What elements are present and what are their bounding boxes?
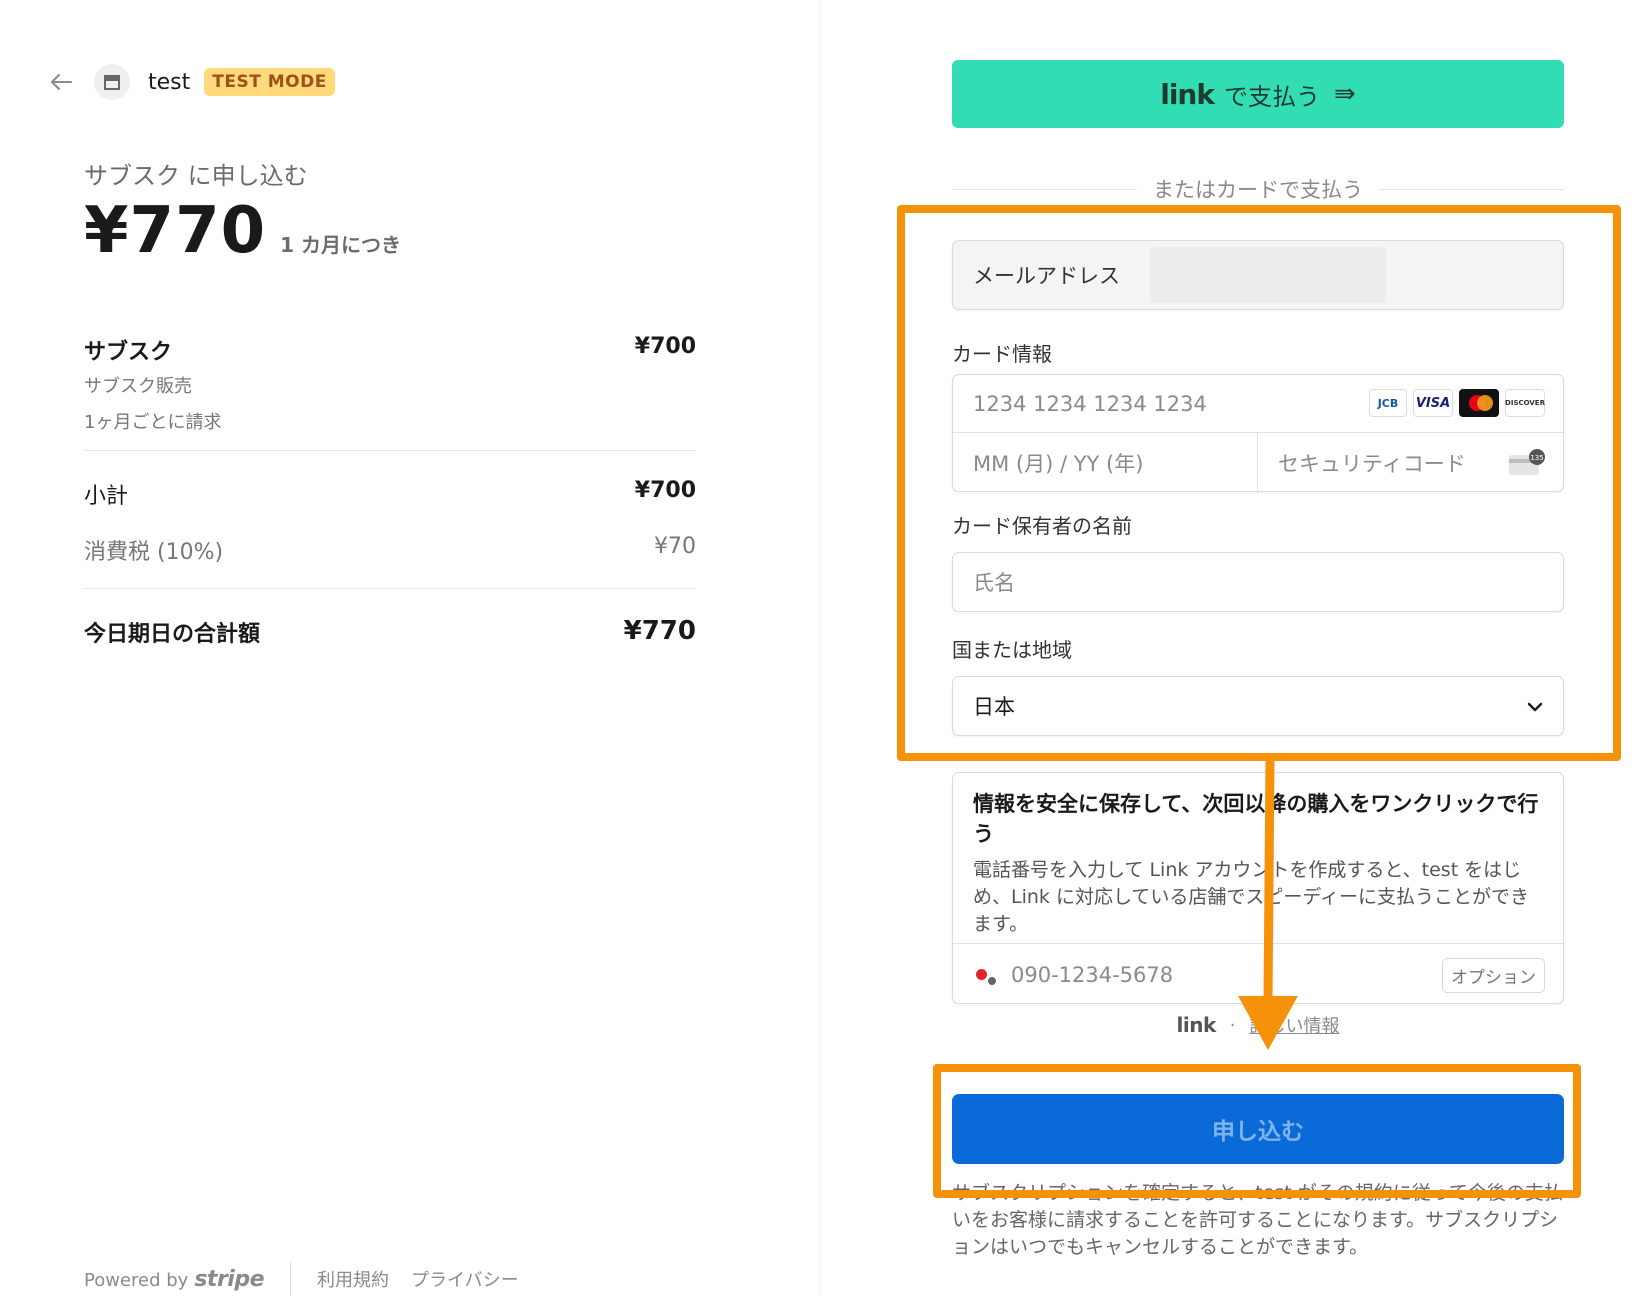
link-save-title: 情報を安全に保存して、次回以降の購入をワンクリックで行う xyxy=(973,792,1539,846)
visa-icon: VISA xyxy=(1413,389,1453,417)
expiry-placeholder: MM (月) / YY (年) xyxy=(973,452,1144,476)
payment-panel: link で支払う ⇛ またはカードで支払う メールアドレス カード情報 123… xyxy=(824,0,1638,1296)
powered-by-stripe[interactable]: Powered by stripe xyxy=(84,1267,264,1292)
link-save-card: 情報を安全に保存して、次回以降の購入をワンクリックで行う 電話番号を入力して L… xyxy=(952,772,1564,1004)
divider xyxy=(84,588,696,589)
price-amount: ¥770 xyxy=(84,194,267,268)
subtotal-row: 小計 ¥700 xyxy=(84,478,696,510)
store-icon xyxy=(94,64,130,100)
card-info-label: カード情報 xyxy=(952,342,1052,366)
divider-line xyxy=(952,188,1137,190)
line-item: サブスク サブスク販売 1ヶ月ごとに請求 ¥700 xyxy=(84,334,696,434)
back-arrow-icon[interactable] xyxy=(48,69,74,95)
stripe-logo: stripe xyxy=(194,1266,264,1292)
country-value: 日本 xyxy=(973,695,1015,719)
tax-row: 消費税 (10%) ¥70 xyxy=(84,534,696,566)
footer-separator xyxy=(290,1262,291,1296)
country-select[interactable]: 日本 xyxy=(952,676,1564,736)
order-summary-panel: test TEST MODE サブスク に申し込む ¥770 1 カ月につき サ… xyxy=(0,0,818,1296)
total-label: 今日期日の合計額 xyxy=(84,622,261,647)
link-footer-dot: · xyxy=(1229,1014,1236,1036)
cardholder-label: カード保有者の名前 xyxy=(952,514,1132,538)
link-pay-label: で支払う xyxy=(1223,82,1320,111)
checkout-page: test TEST MODE サブスク に申し込む ¥770 1 カ月につき サ… xyxy=(0,0,1638,1296)
line-item-price: ¥700 xyxy=(634,334,696,359)
more-info-link[interactable]: 詳しい情報 xyxy=(1249,1012,1339,1038)
link-pay-button[interactable]: link で支払う ⇛ xyxy=(952,60,1564,128)
merchant-name: test xyxy=(148,69,191,95)
card-number-input[interactable]: 1234 1234 1234 1234 JCB VISA DISCOVER xyxy=(953,375,1563,433)
link-footer: link · 詳しい情報 xyxy=(952,1012,1564,1038)
japan-flag-icon[interactable] xyxy=(973,965,998,987)
subtotal-label: 小計 xyxy=(84,484,129,509)
optional-badge: オプション xyxy=(1442,958,1545,993)
subscribe-button[interactable]: 申し込む xyxy=(952,1094,1564,1164)
total-value: ¥770 xyxy=(623,616,696,646)
subscription-terms: サブスクリプションを確定すると、test がその規約に従って今後の支払いをお客様… xyxy=(952,1182,1563,1258)
or-card-divider: またはカードで支払う xyxy=(952,174,1564,204)
email-label: メールアドレス xyxy=(973,264,1120,288)
email-field[interactable]: メールアドレス xyxy=(952,240,1564,310)
discover-icon: DISCOVER xyxy=(1505,389,1545,417)
cvc-input[interactable]: セキュリティコード 135 xyxy=(1258,433,1565,493)
cvc-placeholder: セキュリティコード xyxy=(1278,452,1466,476)
card-number-placeholder: 1234 1234 1234 1234 xyxy=(973,391,1207,416)
subscribe-title: サブスク に申し込む xyxy=(84,162,308,190)
phone-input[interactable]: 090-1234-5678 オプション xyxy=(953,943,1563,1005)
card-info-group: 1234 1234 1234 1234 JCB VISA DISCOVER MM… xyxy=(952,374,1565,493)
arrow-right-icon: ⇛ xyxy=(1333,79,1356,109)
mastercard-icon xyxy=(1459,389,1499,417)
subtotal-value: ¥700 xyxy=(634,478,696,503)
card-brand-logos: JCB VISA DISCOVER xyxy=(1369,389,1545,417)
or-card-text: またはカードで支払う xyxy=(1153,178,1363,202)
link-footer-logo: link xyxy=(1176,1013,1217,1037)
link-logo: link xyxy=(1160,77,1215,111)
cvc-card-icon: 135 xyxy=(1509,449,1545,475)
merchant-header: test TEST MODE xyxy=(48,62,335,102)
jcb-icon: JCB xyxy=(1369,389,1407,417)
expiry-input[interactable]: MM (月) / YY (年) xyxy=(953,433,1258,493)
tax-value: ¥70 xyxy=(654,534,696,559)
privacy-link[interactable]: プライバシー xyxy=(411,1266,519,1292)
powered-by-text: Powered by xyxy=(84,1269,189,1291)
link-save-description: 電話番号を入力して Link アカウントを作成すると、test をはじめ、Lin… xyxy=(973,859,1530,935)
cardholder-input[interactable]: 氏名 xyxy=(952,552,1564,612)
total-row: 今日期日の合計額 ¥770 xyxy=(84,616,696,648)
cardholder-placeholder: 氏名 xyxy=(973,571,1015,595)
tax-label: 消費税 (10%) xyxy=(84,540,224,565)
divider xyxy=(84,450,696,451)
price-period: 1 カ月につき xyxy=(280,233,402,257)
test-mode-badge: TEST MODE xyxy=(204,68,335,96)
cvc-icon-digits: 135 xyxy=(1530,454,1543,462)
left-footer: Powered by stripe 利用規約 プライバシー xyxy=(84,1262,541,1296)
price-display: ¥770 1 カ月につき xyxy=(84,194,401,268)
divider-line xyxy=(1379,188,1564,190)
terms-link[interactable]: 利用規約 xyxy=(317,1266,389,1292)
chevron-down-icon xyxy=(1527,702,1543,712)
email-value-redacted xyxy=(1150,247,1386,303)
line-item-billing: 1ヶ月ごとに請求 xyxy=(84,412,222,433)
line-item-name: サブスク xyxy=(84,340,173,365)
country-label: 国または地域 xyxy=(952,638,1072,662)
line-item-description: サブスク販売 xyxy=(84,376,192,397)
phone-placeholder: 090-1234-5678 xyxy=(1011,962,1174,987)
